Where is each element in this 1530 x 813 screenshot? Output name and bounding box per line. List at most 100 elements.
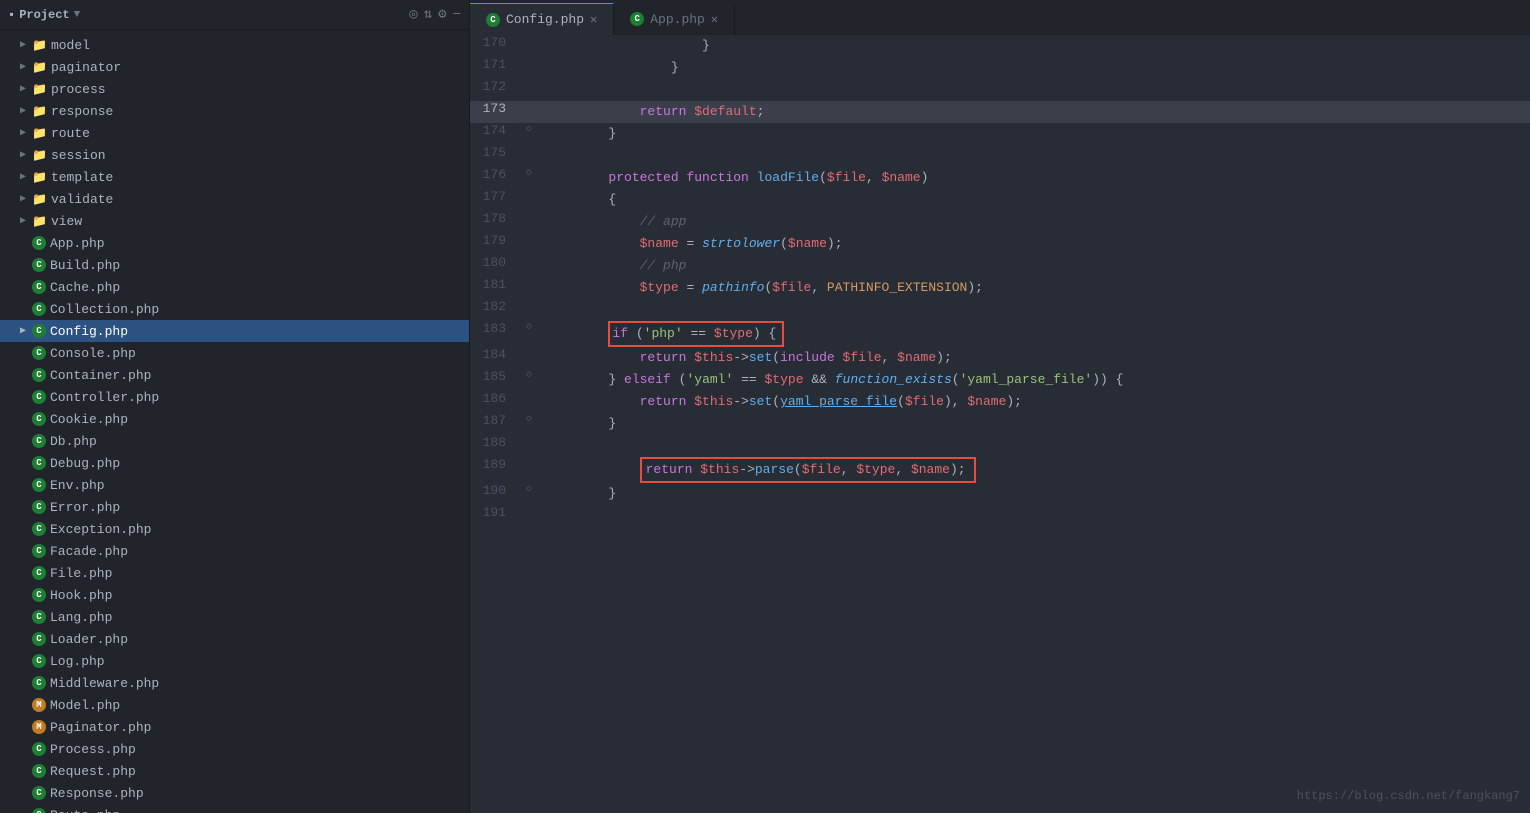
tab-close-icon[interactable]: ✕ <box>590 12 597 27</box>
sidebar-toolbar: ◎ ⇅ ⚙ − <box>409 6 461 23</box>
watermark: https://blog.csdn.net/fangkang7 <box>1297 789 1520 803</box>
code-line: $type = pathinfo($file, PATHINFO_EXTENSI… <box>538 277 1530 299</box>
line-number: 178 <box>470 211 520 233</box>
gutter <box>520 299 538 321</box>
gutter: ◇ <box>520 321 538 347</box>
chevron-down-icon: ▼ <box>74 9 81 21</box>
sidebar-item-process-php[interactable]: C Process.php <box>0 738 469 760</box>
code-table: 170 } 171 } 172 173 <box>470 35 1530 527</box>
folder-icon: 📁 <box>32 82 47 97</box>
table-row: 179 $name = strtolower($name); <box>470 233 1530 255</box>
sidebar-item-session[interactable]: ▶ 📁 session <box>0 144 469 166</box>
line-number: 185 <box>470 369 520 391</box>
file-tree: ▶ 📁 model ▶ 📁 paginator ▶ 📁 process ▶ 📁 … <box>0 30 469 813</box>
sidebar-item-route[interactable]: ▶ 📁 route <box>0 122 469 144</box>
sidebar-item-build-php[interactable]: C Build.php <box>0 254 469 276</box>
php-file-icon: C <box>32 742 46 756</box>
sidebar-item-hook-php[interactable]: C Hook.php <box>0 584 469 606</box>
sidebar-item-validate[interactable]: ▶ 📁 validate <box>0 188 469 210</box>
sidebar-item-db-php[interactable]: C Db.php <box>0 430 469 452</box>
folder-icon: 📁 <box>32 38 47 53</box>
gutter <box>520 57 538 79</box>
sidebar-item-error-php[interactable]: C Error.php <box>0 496 469 518</box>
php-file-icon: C <box>32 808 46 813</box>
arrow-icon: ▶ <box>16 193 30 205</box>
locate-icon[interactable]: ◎ <box>409 6 417 23</box>
collapse-icon[interactable]: ⇅ <box>424 6 432 23</box>
folder-icon: 📁 <box>32 214 47 229</box>
line-number: 191 <box>470 505 520 527</box>
line-number: 182 <box>470 299 520 321</box>
code-line <box>538 79 1530 101</box>
code-line <box>538 505 1530 527</box>
php-file-icon: C <box>32 236 46 250</box>
gutter <box>520 189 538 211</box>
sidebar-item-env-php[interactable]: C Env.php <box>0 474 469 496</box>
gutter <box>520 347 538 369</box>
line-number: 175 <box>470 145 520 167</box>
php-file-icon: C <box>32 258 46 272</box>
tab-bar: C Config.php ✕ C App.php ✕ <box>470 0 1530 35</box>
code-line: // app <box>538 211 1530 233</box>
sidebar-item-cookie-php[interactable]: C Cookie.php <box>0 408 469 430</box>
sidebar-item-collection-php[interactable]: C Collection.php <box>0 298 469 320</box>
line-number: 172 <box>470 79 520 101</box>
sidebar-item-loader-php[interactable]: C Loader.php <box>0 628 469 650</box>
arrow-icon: ▶ <box>16 39 30 51</box>
sidebar-item-config-php[interactable]: ▶ C Config.php <box>0 320 469 342</box>
sidebar-item-template[interactable]: ▶ 📁 template <box>0 166 469 188</box>
sidebar-item-process[interactable]: ▶ 📁 process <box>0 78 469 100</box>
sidebar-item-view[interactable]: ▶ 📁 view <box>0 210 469 232</box>
code-line: } elseif ('yaml' == $type && function_ex… <box>538 369 1530 391</box>
table-row: 176 ◇ protected function loadFile($file,… <box>470 167 1530 189</box>
gutter <box>520 233 538 255</box>
sidebar-item-file-php[interactable]: C File.php <box>0 562 469 584</box>
sidebar-item-middleware-php[interactable]: C Middleware.php <box>0 672 469 694</box>
sidebar-item-exception-php[interactable]: C Exception.php <box>0 518 469 540</box>
code-line <box>538 299 1530 321</box>
arrow-icon: ▶ <box>16 105 30 117</box>
sidebar-item-request-php[interactable]: C Request.php <box>0 760 469 782</box>
code-line <box>538 145 1530 167</box>
table-row: 190 ◇ } <box>470 483 1530 505</box>
php-file-icon: C <box>32 456 46 470</box>
settings-icon[interactable]: ⚙ <box>438 6 446 23</box>
gutter <box>520 457 538 483</box>
sidebar-item-paginator[interactable]: ▶ 📁 paginator <box>0 56 469 78</box>
sidebar-item-paginator-php[interactable]: M Paginator.php <box>0 716 469 738</box>
sidebar-item-debug-php[interactable]: C Debug.php <box>0 452 469 474</box>
tab-app-php[interactable]: C App.php ✕ <box>614 3 735 35</box>
sidebar-item-cache-php[interactable]: C Cache.php <box>0 276 469 298</box>
sidebar-item-response[interactable]: ▶ 📁 response <box>0 100 469 122</box>
folder-icon: 📁 <box>32 60 47 75</box>
gutter <box>520 145 538 167</box>
sidebar-item-lang-php[interactable]: C Lang.php <box>0 606 469 628</box>
sidebar-item-response-php[interactable]: C Response.php <box>0 782 469 804</box>
tab-config-php[interactable]: C Config.php ✕ <box>470 3 614 35</box>
gutter <box>520 255 538 277</box>
sidebar-item-model[interactable]: ▶ 📁 model <box>0 34 469 56</box>
table-row: 170 } <box>470 35 1530 57</box>
arrow-icon: ▶ <box>16 61 30 73</box>
sidebar-header: ▪ Project ▼ ◎ ⇅ ⚙ − <box>0 0 469 30</box>
tab-label: App.php <box>650 12 705 27</box>
sidebar-item-model-php[interactable]: M Model.php <box>0 694 469 716</box>
gutter <box>520 35 538 57</box>
folder-icon: 📁 <box>32 126 47 141</box>
sidebar-item-container-php[interactable]: C Container.php <box>0 364 469 386</box>
sidebar-item-console-php[interactable]: C Console.php <box>0 342 469 364</box>
sidebar-item-controller-php[interactable]: C Controller.php <box>0 386 469 408</box>
sidebar-item-app-php[interactable]: C App.php <box>0 232 469 254</box>
table-row: 174 ◇ } <box>470 123 1530 145</box>
sidebar-item-log-php[interactable]: C Log.php <box>0 650 469 672</box>
close-icon[interactable]: − <box>453 7 461 23</box>
sidebar-item-facade-php[interactable]: C Facade.php <box>0 540 469 562</box>
line-number: 181 <box>470 277 520 299</box>
php-file-icon: C <box>32 764 46 778</box>
sidebar-item-route-php[interactable]: C Route.php <box>0 804 469 813</box>
tab-close-icon[interactable]: ✕ <box>711 12 718 27</box>
php-file-icon: C <box>32 786 46 800</box>
folder-icon: ▪ <box>8 8 15 22</box>
line-number: 173 <box>470 101 520 123</box>
code-editor[interactable]: 170 } 171 } 172 173 <box>470 35 1530 813</box>
